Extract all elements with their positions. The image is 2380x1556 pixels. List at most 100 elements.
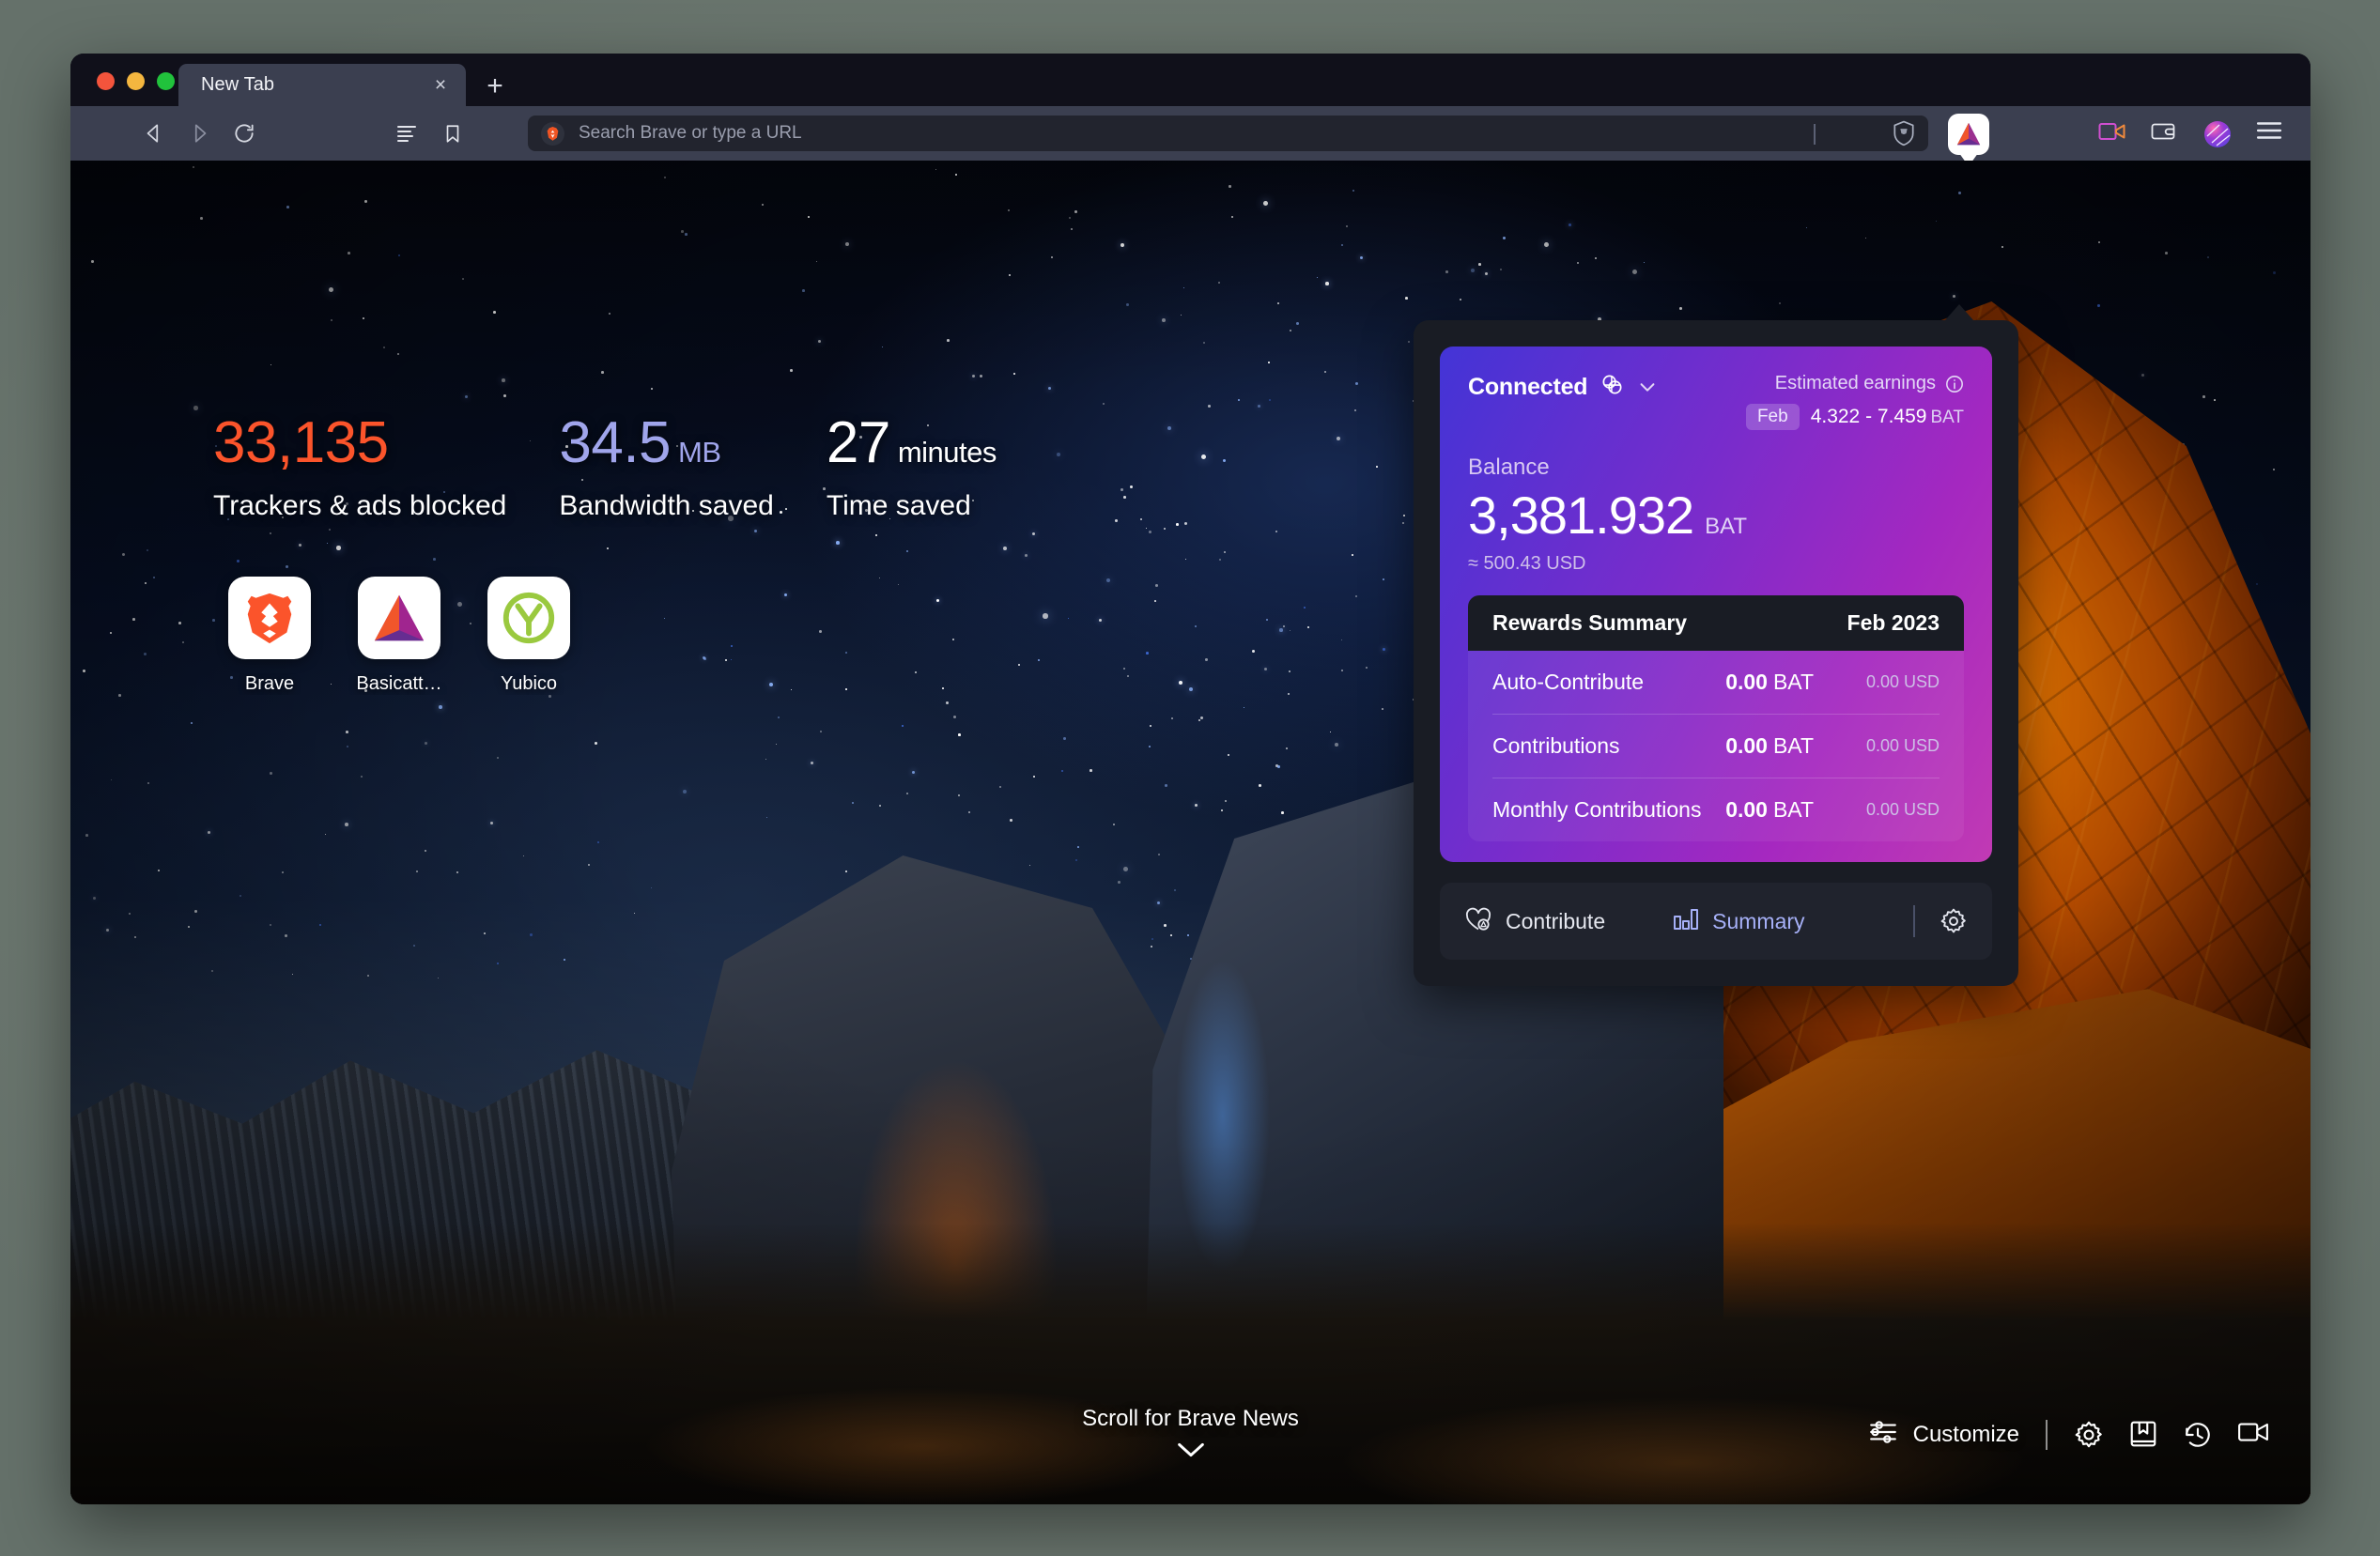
stat-label: Bandwidth saved	[559, 490, 774, 522]
info-icon[interactable]	[1945, 375, 1964, 393]
browser-window: New Tab × + Search Brave or type a URL 3…	[70, 54, 2310, 1504]
ntp-footer-controls: Customize	[1868, 1419, 2268, 1450]
top-site-yubico[interactable]: Yubico	[477, 577, 580, 695]
navigation-buttons	[142, 121, 256, 146]
summary-row-bat: 0.00 BAT	[1725, 733, 1814, 759]
address-bar[interactable]: Search Brave or type a URL	[528, 116, 1928, 151]
reload-icon[interactable]	[232, 121, 256, 146]
address-bar-placeholder: Search Brave or type a URL	[579, 123, 802, 143]
stat-trackers-blocked: 33,135 Trackers & ads blocked	[213, 412, 506, 522]
browser-toolbar: Search Brave or type a URL	[70, 106, 2310, 166]
estimated-earnings-label: Estimated earnings	[1774, 373, 1936, 393]
privacy-stats: 33,135 Trackers & ads blocked 34.5 MB Ban…	[213, 412, 1049, 522]
forward-arrow-icon[interactable]	[187, 121, 211, 146]
stat-value: 34.5	[559, 410, 672, 475]
tab-title: New Tab	[201, 74, 275, 95]
rewards-panel-actions: Contribute Summary	[1440, 883, 1992, 960]
close-tab-button[interactable]: ×	[428, 73, 453, 98]
wallet-connected-button[interactable]: Connected	[1468, 373, 1658, 401]
rewards-balance-card: Connected Estimated earnings Feb 4.322 -…	[1440, 347, 1992, 862]
summary-row-monthly-contributions: Monthly Contributions 0.00 BAT 0.00 USD	[1492, 778, 1940, 841]
bat-triangle-icon	[358, 577, 440, 659]
brave-talk-video-icon[interactable]	[2237, 1420, 2268, 1450]
browser-tab[interactable]: New Tab ×	[178, 64, 466, 106]
toolbar-icons	[395, 122, 465, 146]
tab-strip: New Tab × +	[70, 54, 2310, 106]
summary-label: Summary	[1712, 908, 1805, 933]
top-sites: Brave Basicatt… Yubico	[218, 577, 580, 695]
bookmarks-book-icon[interactable]	[2128, 1420, 2158, 1450]
stat-unit: minutes	[897, 436, 997, 469]
balance-usd-equivalent: ≈ 500.43 USD	[1468, 553, 1586, 574]
stat-unit: MB	[678, 436, 721, 469]
bat-rewards-button[interactable]	[1948, 114, 1989, 166]
brave-talk-icon[interactable]	[2203, 120, 2232, 147]
summary-row-bat-value: 0.00	[1725, 670, 1768, 694]
summary-row-name: Auto-Contribute	[1492, 670, 1645, 694]
summary-row-bat-unit: BAT	[1772, 797, 1814, 822]
contribute-label: Contribute	[1506, 908, 1606, 933]
stat-bandwidth-saved: 34.5 MB Bandwidth saved	[559, 412, 774, 522]
balance-amount: 3,381.932	[1468, 485, 1694, 545]
rewards-card-header: Connected Estimated earnings Feb 4.322 -…	[1468, 373, 1964, 430]
customize-button[interactable]: Customize	[1868, 1419, 2019, 1450]
earnings-range-value: 4.322 - 7.459	[1810, 406, 1927, 427]
footer-divider	[2046, 1419, 2048, 1450]
menu-icon[interactable]	[2256, 120, 2284, 146]
reading-list-icon[interactable]	[395, 122, 418, 146]
panel-pointer	[1945, 304, 1973, 320]
top-site-basicattention[interactable]: Basicatt…	[348, 577, 451, 695]
window-traffic-lights	[97, 72, 175, 90]
gear-icon[interactable]	[1940, 907, 1968, 935]
top-site-label: Brave	[244, 673, 295, 694]
brave-lion-icon	[228, 577, 311, 659]
back-arrow-icon[interactable]	[142, 121, 166, 146]
wallet-connected-label: Connected	[1468, 373, 1588, 400]
wallet-icon[interactable]	[2151, 120, 2179, 146]
stat-value: 27	[826, 410, 890, 475]
balance-row: 3,381.932 BAT	[1468, 485, 1964, 546]
rewards-summary-title: Rewards Summary	[1492, 610, 1688, 635]
summary-row-usd: 0.00 USD	[1865, 672, 1940, 691]
estimated-earnings-block: Estimated earnings Feb 4.322 - 7.459 BAT	[1745, 373, 1964, 430]
earnings-month-badge: Feb	[1745, 404, 1800, 430]
uphold-link-icon	[1600, 373, 1624, 401]
brave-rewards-panel: Connected Estimated earnings Feb 4.322 -…	[1414, 304, 2018, 986]
close-window-button[interactable]	[97, 72, 115, 90]
summary-row-bat-unit: BAT	[1772, 733, 1814, 758]
rewards-summary-month: Feb 2023	[1847, 610, 1940, 635]
stat-label: Trackers & ads blocked	[213, 490, 507, 522]
summary-button[interactable]: Summary	[1673, 907, 1805, 936]
summary-row-bat-unit: BAT	[1772, 670, 1814, 694]
history-clock-icon[interactable]	[2183, 1420, 2213, 1450]
contribute-button[interactable]: Contribute	[1464, 906, 1605, 937]
video-call-icon[interactable]	[2098, 120, 2126, 146]
bar-chart-icon	[1673, 907, 1699, 936]
gear-icon[interactable]	[2074, 1420, 2104, 1450]
earnings-range: 4.322 - 7.459 BAT	[1811, 406, 1964, 428]
summary-row-bat-value: 0.00	[1725, 733, 1768, 758]
summary-row-contributions: Contributions 0.00 BAT 0.00 USD	[1492, 715, 1940, 778]
new-tab-button[interactable]: +	[482, 72, 508, 100]
rewards-summary-rows: Auto-Contribute 0.00 BAT 0.00 USD Contrib…	[1468, 651, 1964, 841]
summary-row-usd: 0.00 USD	[1865, 800, 1940, 819]
stat-time-saved: 27 minutes Time saved	[827, 412, 997, 522]
minimize-window-button[interactable]	[127, 72, 145, 90]
top-site-brave[interactable]: Brave	[218, 577, 321, 695]
brave-search-icon	[541, 121, 564, 146]
brave-shields-icon[interactable]	[1892, 120, 1916, 146]
summary-row-auto-contribute: Auto-Contribute 0.00 BAT 0.00 USD	[1492, 651, 1940, 715]
summary-row-name: Monthly Contributions	[1492, 797, 1702, 822]
summary-row-bat: 0.00 BAT	[1725, 797, 1814, 823]
rewards-summary-header: Rewards Summary Feb 2023	[1468, 595, 1964, 651]
estimated-earnings-values: Feb 4.322 - 7.459 BAT	[1745, 404, 1964, 430]
bookmark-icon[interactable]	[442, 122, 465, 146]
summary-row-bat-value: 0.00	[1725, 797, 1768, 822]
maximize-window-button[interactable]	[157, 72, 175, 90]
summary-row-name: Contributions	[1492, 733, 1620, 758]
chevron-down-icon[interactable]	[1637, 377, 1658, 397]
actions-divider	[1913, 905, 1915, 937]
stat-value: 33,135	[213, 410, 389, 475]
stat-label: Time saved	[826, 490, 971, 522]
heart-bat-icon	[1464, 906, 1492, 937]
